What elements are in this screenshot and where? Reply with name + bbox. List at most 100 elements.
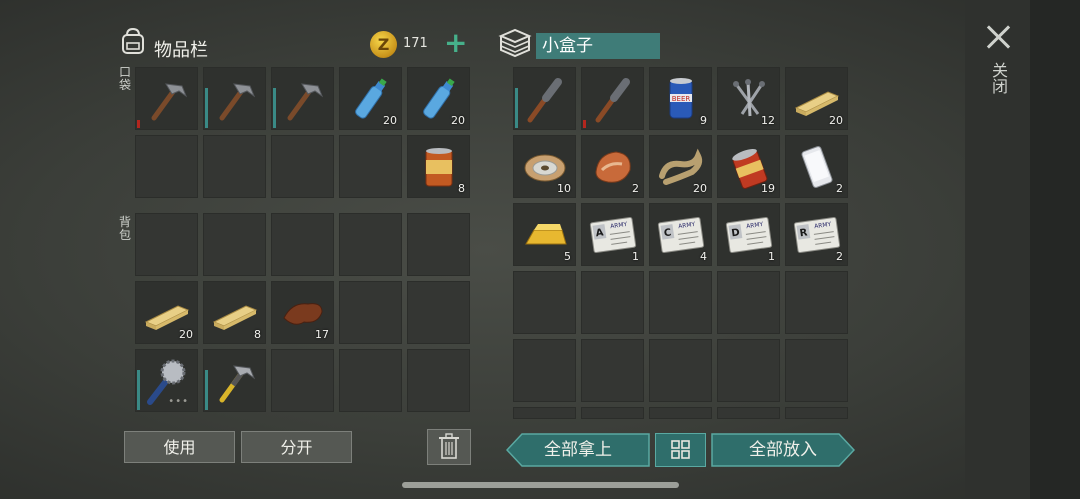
box-slot[interactable] (649, 407, 712, 419)
box-slot[interactable] (581, 67, 644, 130)
hammer-icon (142, 74, 192, 124)
army-card-r-icon: R ARMY (792, 210, 842, 260)
pocket-slot[interactable] (271, 67, 334, 130)
backpack-label: 背包 (119, 215, 132, 242)
box-slot[interactable]: R ARMY 2 (785, 203, 848, 266)
box-slot[interactable]: D ARMY 1 (717, 203, 780, 266)
box-slot[interactable] (581, 339, 644, 402)
backpack-slot[interactable] (203, 349, 266, 412)
food-can-icon (414, 142, 464, 192)
add-coins-button[interactable]: + (444, 28, 467, 58)
box-slot[interactable] (717, 339, 780, 402)
backpack-slot[interactable] (407, 281, 470, 344)
take-all-button[interactable]: 全部拿上 (506, 433, 650, 467)
close-icon[interactable] (985, 24, 1011, 50)
box-slot[interactable]: 2 (785, 135, 848, 198)
backpack-slot[interactable] (271, 213, 334, 276)
item-quantity: 2 (836, 250, 843, 263)
box-slot[interactable] (513, 339, 576, 402)
item-quantity: 2 (632, 182, 639, 195)
trash-icon (439, 433, 459, 459)
box-slot[interactable] (581, 271, 644, 334)
pocket-slot[interactable] (271, 135, 334, 198)
box-slot[interactable]: 20 (785, 67, 848, 130)
pocket-slot[interactable] (135, 135, 198, 198)
backpack-slot[interactable] (407, 349, 470, 412)
backpack-slot[interactable] (271, 349, 334, 412)
army-card-a-icon: A ARMY (588, 210, 638, 260)
backpack-slot[interactable] (339, 281, 402, 344)
box-slot[interactable] (649, 339, 712, 402)
sort-button[interactable] (655, 433, 706, 467)
box-slot[interactable]: 2 (581, 135, 644, 198)
box-slot[interactable]: 5 (513, 203, 576, 266)
item-quantity: 8 (458, 182, 465, 195)
close-label[interactable]: 关闭 (988, 62, 1008, 94)
durability-bar (273, 88, 276, 128)
box-slot[interactable]: 10 (513, 135, 576, 198)
pocket-slot[interactable] (203, 135, 266, 198)
trash-button[interactable] (427, 429, 471, 465)
item-quantity: 20 (451, 114, 465, 127)
item-quantity: 20 (829, 114, 843, 127)
backpack-slot[interactable] (135, 213, 198, 276)
box-slot[interactable] (717, 271, 780, 334)
box-slot[interactable] (649, 271, 712, 334)
hammer-yellow-icon (210, 356, 260, 406)
box-slot[interactable]: A ARMY 1 (581, 203, 644, 266)
box-slot[interactable] (785, 407, 848, 419)
coin-icon: Z (370, 31, 397, 58)
box-slot[interactable] (785, 271, 848, 334)
box-slot[interactable] (513, 271, 576, 334)
container-name: 小盒子 (536, 33, 660, 59)
torch-bat-icon (520, 74, 570, 124)
put-all-button[interactable]: 全部放入 (711, 433, 855, 467)
box-slot[interactable]: BEER 9 (649, 67, 712, 130)
pocket-grid: 20 20 8 (135, 67, 470, 198)
pocket-slot[interactable] (339, 135, 402, 198)
right-side-panel (965, 0, 1080, 499)
box-slot[interactable] (513, 407, 576, 419)
backpack-slot[interactable] (339, 213, 402, 276)
box-slot[interactable] (581, 407, 644, 419)
durability-bar (205, 88, 208, 128)
more-dots-icon: ••• (168, 396, 189, 407)
box-icon (498, 28, 532, 58)
backpack-slot[interactable]: 20 (135, 281, 198, 344)
pocket-slot[interactable]: 20 (407, 67, 470, 130)
beer-can-icon: BEER (656, 74, 706, 124)
backpack-slot[interactable] (339, 349, 402, 412)
split-button[interactable]: 分开 (241, 431, 352, 463)
durability-bar (515, 88, 518, 128)
backpack-slot[interactable]: 8 (203, 281, 266, 344)
use-button[interactable]: 使用 (124, 431, 235, 463)
box-slot[interactable]: C ARMY 4 (649, 203, 712, 266)
pocket-slot[interactable] (203, 67, 266, 130)
box-slot[interactable]: 19 (717, 135, 780, 198)
box-slot[interactable]: 12 (717, 67, 780, 130)
box-slot[interactable]: 20 (649, 135, 712, 198)
item-quantity: 9 (700, 114, 707, 127)
meat-icon (588, 142, 638, 192)
home-indicator (402, 482, 679, 488)
pocket-slot[interactable]: 20 (339, 67, 402, 130)
item-quantity: 1 (768, 250, 775, 263)
durability-bar (205, 370, 208, 410)
backpack-slot[interactable] (203, 213, 266, 276)
box-slot[interactable] (717, 407, 780, 419)
backpack-slot[interactable] (407, 213, 470, 276)
item-quantity: 8 (254, 328, 261, 341)
svg-text:BEER: BEER (672, 95, 691, 103)
backpack-grid: 20 8 17 ••• (135, 213, 470, 412)
pocket-slot[interactable]: 8 (407, 135, 470, 198)
box-slot[interactable] (785, 339, 848, 402)
svg-text:D: D (731, 227, 741, 239)
backpack-slot[interactable]: ••• (135, 349, 198, 412)
item-quantity: 20 (383, 114, 397, 127)
pocket-slot[interactable] (135, 67, 198, 130)
backpack-slot[interactable]: 17 (271, 281, 334, 344)
item-quantity: 2 (836, 182, 843, 195)
wood-plank-icon (210, 288, 260, 338)
box-slot[interactable] (513, 67, 576, 130)
gold-bar-icon (520, 210, 570, 260)
